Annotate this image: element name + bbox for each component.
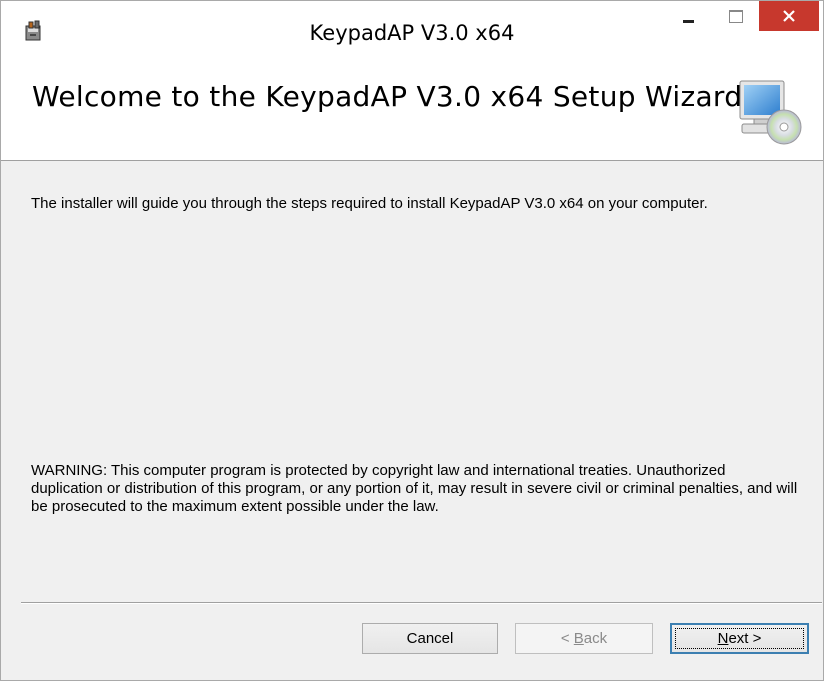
- maximize-button[interactable]: [718, 1, 760, 31]
- close-icon: [783, 10, 795, 22]
- back-mnemonic: B: [573, 630, 584, 647]
- back-button-label: < Back: [561, 630, 607, 647]
- minimize-button[interactable]: [667, 1, 713, 31]
- page-title: Welcome to the KeypadAP V3.0 x64 Setup W…: [32, 80, 743, 113]
- cancel-button[interactable]: Cancel: [362, 623, 498, 654]
- next-button[interactable]: Next >: [670, 623, 809, 654]
- maximize-icon: [729, 10, 743, 23]
- title-bar[interactable]: KeypadAP V3.0 x64: [1, 1, 823, 59]
- intro-text: The installer will guide you through the…: [31, 195, 708, 212]
- minimize-icon: [683, 20, 694, 23]
- button-divider: [21, 602, 822, 604]
- wizard-banner: Welcome to the KeypadAP V3.0 x64 Setup W…: [1, 59, 823, 161]
- focus-rectangle: [675, 628, 804, 649]
- back-button[interactable]: < Back: [515, 623, 653, 654]
- setup-wizard-window: KeypadAP V3.0 x64 Welcome to the KeypadA…: [0, 0, 824, 681]
- wizard-body: The installer will guide you through the…: [1, 161, 823, 594]
- computer-cd-icon: [734, 77, 804, 147]
- copyright-warning: WARNING: This computer program is protec…: [31, 462, 798, 515]
- cancel-button-label: Cancel: [406, 630, 454, 647]
- back-rest: ack: [583, 630, 608, 647]
- back-prefix: <: [560, 630, 574, 647]
- close-button[interactable]: [759, 1, 819, 31]
